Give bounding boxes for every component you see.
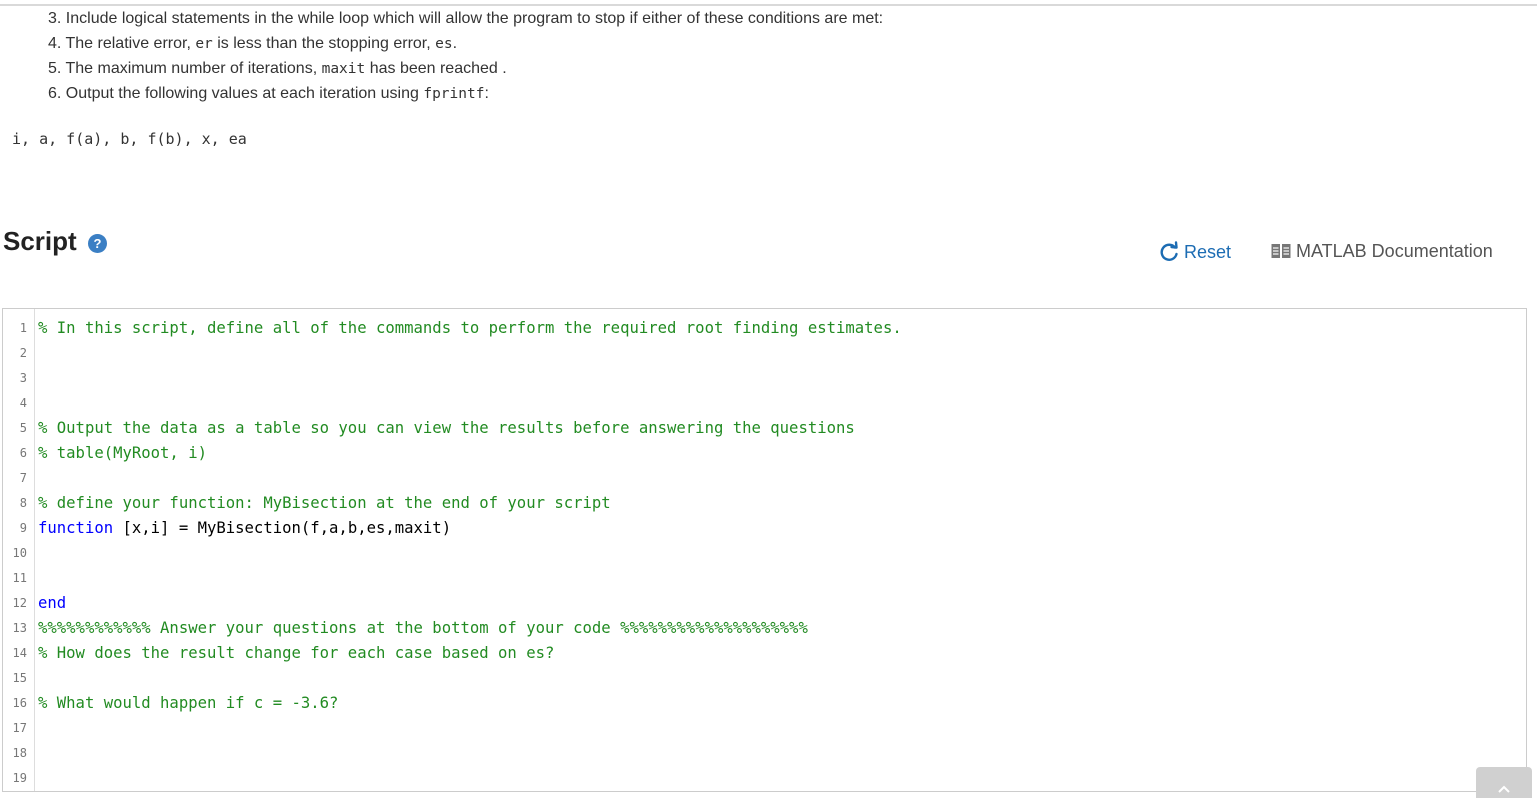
- code-text: % In this script, define all of the comm…: [38, 316, 902, 341]
- line-number: 9: [19, 521, 27, 535]
- line-number: 13: [12, 621, 27, 635]
- code-editor[interactable]: 1 % In this script, define all of the com…: [2, 308, 1527, 792]
- code-text: %%%%%%%%%%%% Answer your questions at th…: [38, 616, 808, 641]
- reset-label: Reset: [1184, 241, 1232, 262]
- instruction-item: 4. The relative error, er is less than t…: [48, 31, 883, 56]
- output-variables: i, a, f(a), b, f(b), x, ea: [12, 130, 247, 148]
- reset-button[interactable]: Reset: [1158, 240, 1231, 264]
- code-token-comment: %%%%%%%%%%%% Answer your questions at th…: [38, 619, 808, 637]
- code-line[interactable]: 12 end: [3, 591, 1526, 616]
- instruction-text: 5. The maximum number of iterations,: [48, 60, 322, 77]
- code-text: % Output the data as a table so you can …: [38, 416, 855, 441]
- code-text: % table(MyRoot, i): [38, 441, 207, 466]
- code-token-keyword: end: [38, 594, 67, 612]
- line-number: 19: [12, 771, 27, 785]
- line-number: 10: [12, 546, 27, 560]
- matlab-documentation-link[interactable]: MATLAB Documentation: [1271, 239, 1493, 263]
- instruction-text: has been reached .: [365, 60, 507, 77]
- code-token-comment: % In this script, define all of the comm…: [38, 319, 902, 337]
- code-line[interactable]: 16 % What would happen if c = -3.6?: [3, 691, 1526, 716]
- code-text: end: [38, 591, 66, 616]
- line-number: 4: [19, 396, 27, 410]
- code-line[interactable]: 3: [3, 366, 1526, 391]
- question-circle-icon[interactable]: ?: [88, 234, 107, 253]
- script-heading: Script: [3, 226, 77, 256]
- code-text: % define your function: MyBisection at t…: [38, 491, 611, 516]
- inline-code: maxit: [321, 61, 366, 77]
- instruction-text: is less than the stopping error,: [212, 35, 436, 52]
- scroll-to-top-button[interactable]: [1476, 767, 1532, 798]
- code-line[interactable]: 4: [3, 391, 1526, 416]
- book-icon: [1271, 244, 1291, 258]
- line-number: 12: [12, 596, 27, 610]
- code-line[interactable]: 8 % define your function: MyBisection at …: [3, 491, 1526, 516]
- code-line[interactable]: 15: [3, 666, 1526, 691]
- inline-code: fprintf: [423, 86, 485, 102]
- code-token-comment: % table(MyRoot, i): [38, 444, 207, 462]
- code-token-comment: % What would happen if c = -3.6?: [38, 694, 339, 712]
- code-token-plain: [x,i] = MyBisection(f,a,b,es,maxit): [113, 519, 452, 537]
- line-number: 18: [12, 746, 27, 760]
- doc-label: MATLAB Documentation: [1296, 240, 1493, 261]
- code-text: % What would happen if c = -3.6?: [38, 691, 338, 716]
- code-line[interactable]: 1 % In this script, define all of the com…: [3, 316, 1526, 341]
- code-line[interactable]: 10: [3, 541, 1526, 566]
- code-line[interactable]: 14 % How does the result change for each …: [3, 641, 1526, 666]
- code-text: function [x,i] = MyBisection(f,a,b,es,ma…: [38, 516, 451, 541]
- line-number: 6: [19, 446, 27, 460]
- code-line[interactable]: 2: [3, 341, 1526, 366]
- instruction-item: 3. Include logical statements in the whi…: [48, 6, 883, 31]
- code-token-comment: % define your function: MyBisection at t…: [38, 494, 611, 512]
- line-number: 7: [19, 471, 27, 485]
- instruction-item: 6. Output the following values at each i…: [48, 81, 883, 106]
- code-line[interactable]: 13 %%%%%%%%%%%% Answer your questions at …: [3, 616, 1526, 641]
- code-line[interactable]: 9 function [x,i] = MyBisection(f,a,b,es,m…: [3, 516, 1526, 541]
- inline-code: es: [435, 36, 453, 52]
- line-number: 16: [12, 696, 27, 710]
- inline-code: er: [195, 36, 213, 52]
- code-line[interactable]: 19: [3, 766, 1526, 791]
- code-line[interactable]: 17: [3, 716, 1526, 741]
- instruction-text: 6. Output the following values at each i…: [48, 85, 424, 102]
- code-line[interactable]: 18: [3, 741, 1526, 766]
- code-token-keyword: function: [38, 519, 114, 537]
- code-line[interactable]: 11: [3, 566, 1526, 591]
- chevron-up-icon: [1498, 785, 1510, 793]
- instruction-text: .: [452, 35, 458, 52]
- instruction-text: :: [484, 85, 489, 102]
- line-number: 5: [19, 421, 27, 435]
- code-token-comment: % Output the data as a table so you can …: [38, 419, 855, 437]
- code-text: % How does the result change for each ca…: [38, 641, 554, 666]
- line-number: 3: [19, 371, 27, 385]
- code-line[interactable]: 7: [3, 466, 1526, 491]
- line-number: 2: [19, 346, 27, 360]
- instruction-text: 3. Include logical statements in the whi…: [48, 10, 884, 27]
- code-line[interactable]: 5 % Output the data as a table so you can…: [3, 416, 1526, 441]
- code-line[interactable]: 6 % table(MyRoot, i): [3, 441, 1526, 466]
- instruction-item: 5. The maximum number of iterations, max…: [48, 56, 883, 81]
- code-token-comment: % How does the result change for each ca…: [38, 644, 555, 662]
- line-number: 14: [12, 646, 27, 660]
- line-number: 15: [12, 671, 27, 685]
- line-number: 11: [12, 571, 27, 585]
- line-number: 8: [19, 496, 27, 510]
- line-number: 17: [12, 721, 27, 735]
- instruction-text: 4. The relative error,: [48, 35, 196, 52]
- instructions-list: 3. Include logical statements in the whi…: [48, 6, 883, 106]
- line-number: 1: [19, 321, 27, 335]
- refresh-icon: [1160, 241, 1178, 261]
